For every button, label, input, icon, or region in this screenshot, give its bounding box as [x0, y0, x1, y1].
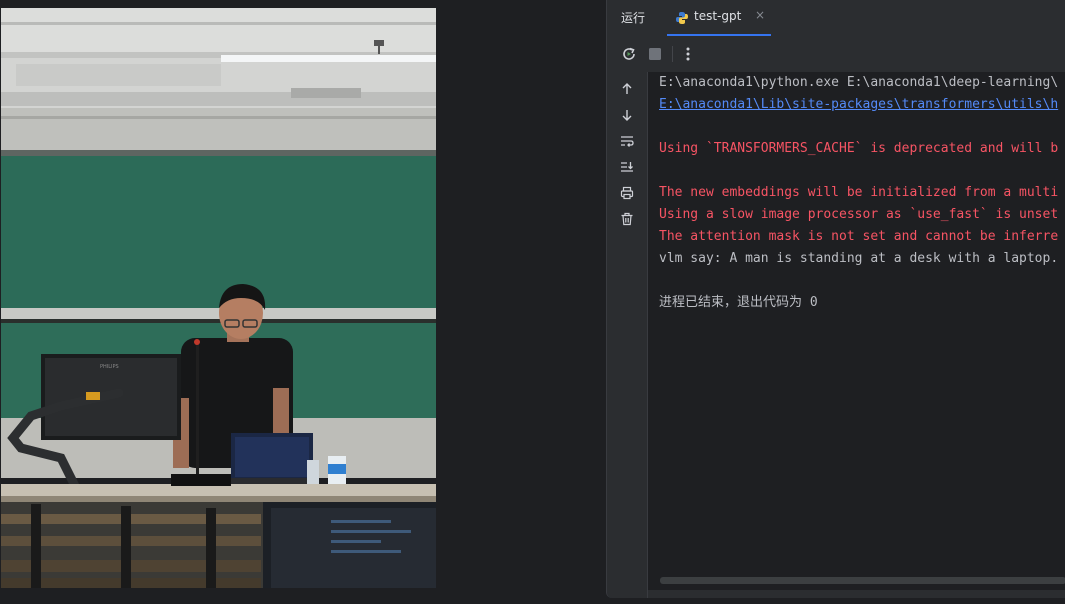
console-error-line: Using a slow image processor as `use_fas…	[659, 207, 1059, 222]
soft-wrap-icon[interactable]	[618, 132, 636, 150]
console-line: 进程已结束，退出代码为 0	[659, 295, 818, 310]
run-tool-window: 运行 test-gpt × E:\anaconda1\python.exe E:…	[606, 0, 1065, 598]
run-tabbar: 运行 test-gpt ×	[607, 0, 1065, 36]
horizontal-scrollbar[interactable]	[660, 577, 1065, 584]
run-toolbar	[607, 38, 1065, 70]
run-panel-title: 运行	[621, 11, 646, 25]
active-tab-indicator	[667, 34, 771, 36]
stop-icon[interactable]	[645, 44, 665, 64]
console-error-line: The new embeddings will be initialized f…	[659, 185, 1059, 200]
rerun-icon[interactable]	[619, 44, 639, 64]
console-error-line: Using `TRANSFORMERS_CACHE` is deprecated…	[659, 141, 1059, 156]
console-error-line: The attention mask is not set and cannot…	[659, 229, 1059, 244]
scroll-up-icon[interactable]	[618, 80, 636, 98]
console-link-line[interactable]: E:\anaconda1\Lib\site-packages\transform…	[659, 96, 1058, 114]
classroom-photo: PHILIPS	[1, 8, 436, 588]
more-vertical-icon[interactable]	[678, 44, 698, 64]
monitor-brand: PHILIPS	[100, 364, 119, 370]
close-icon[interactable]: ×	[755, 8, 765, 22]
trash-icon[interactable]	[618, 210, 636, 228]
python-icon	[675, 10, 689, 24]
scroll-to-end-icon[interactable]	[618, 158, 636, 176]
tab-label: test-gpt	[694, 9, 742, 23]
console-side-toolbar	[607, 72, 648, 598]
print-icon[interactable]	[618, 184, 636, 202]
image-viewer: PHILIPS	[0, 0, 606, 604]
scroll-down-icon[interactable]	[618, 106, 636, 124]
console-line: E:\anaconda1\python.exe E:\anaconda1\dee…	[659, 75, 1059, 90]
console-output[interactable]: E:\anaconda1\python.exe E:\anaconda1\dee…	[648, 72, 1065, 590]
tab-test-gpt[interactable]: test-gpt ×	[667, 0, 771, 36]
console-line: vlm say: A man is standing at a desk wit…	[659, 251, 1059, 266]
toolbar-divider	[672, 46, 673, 62]
